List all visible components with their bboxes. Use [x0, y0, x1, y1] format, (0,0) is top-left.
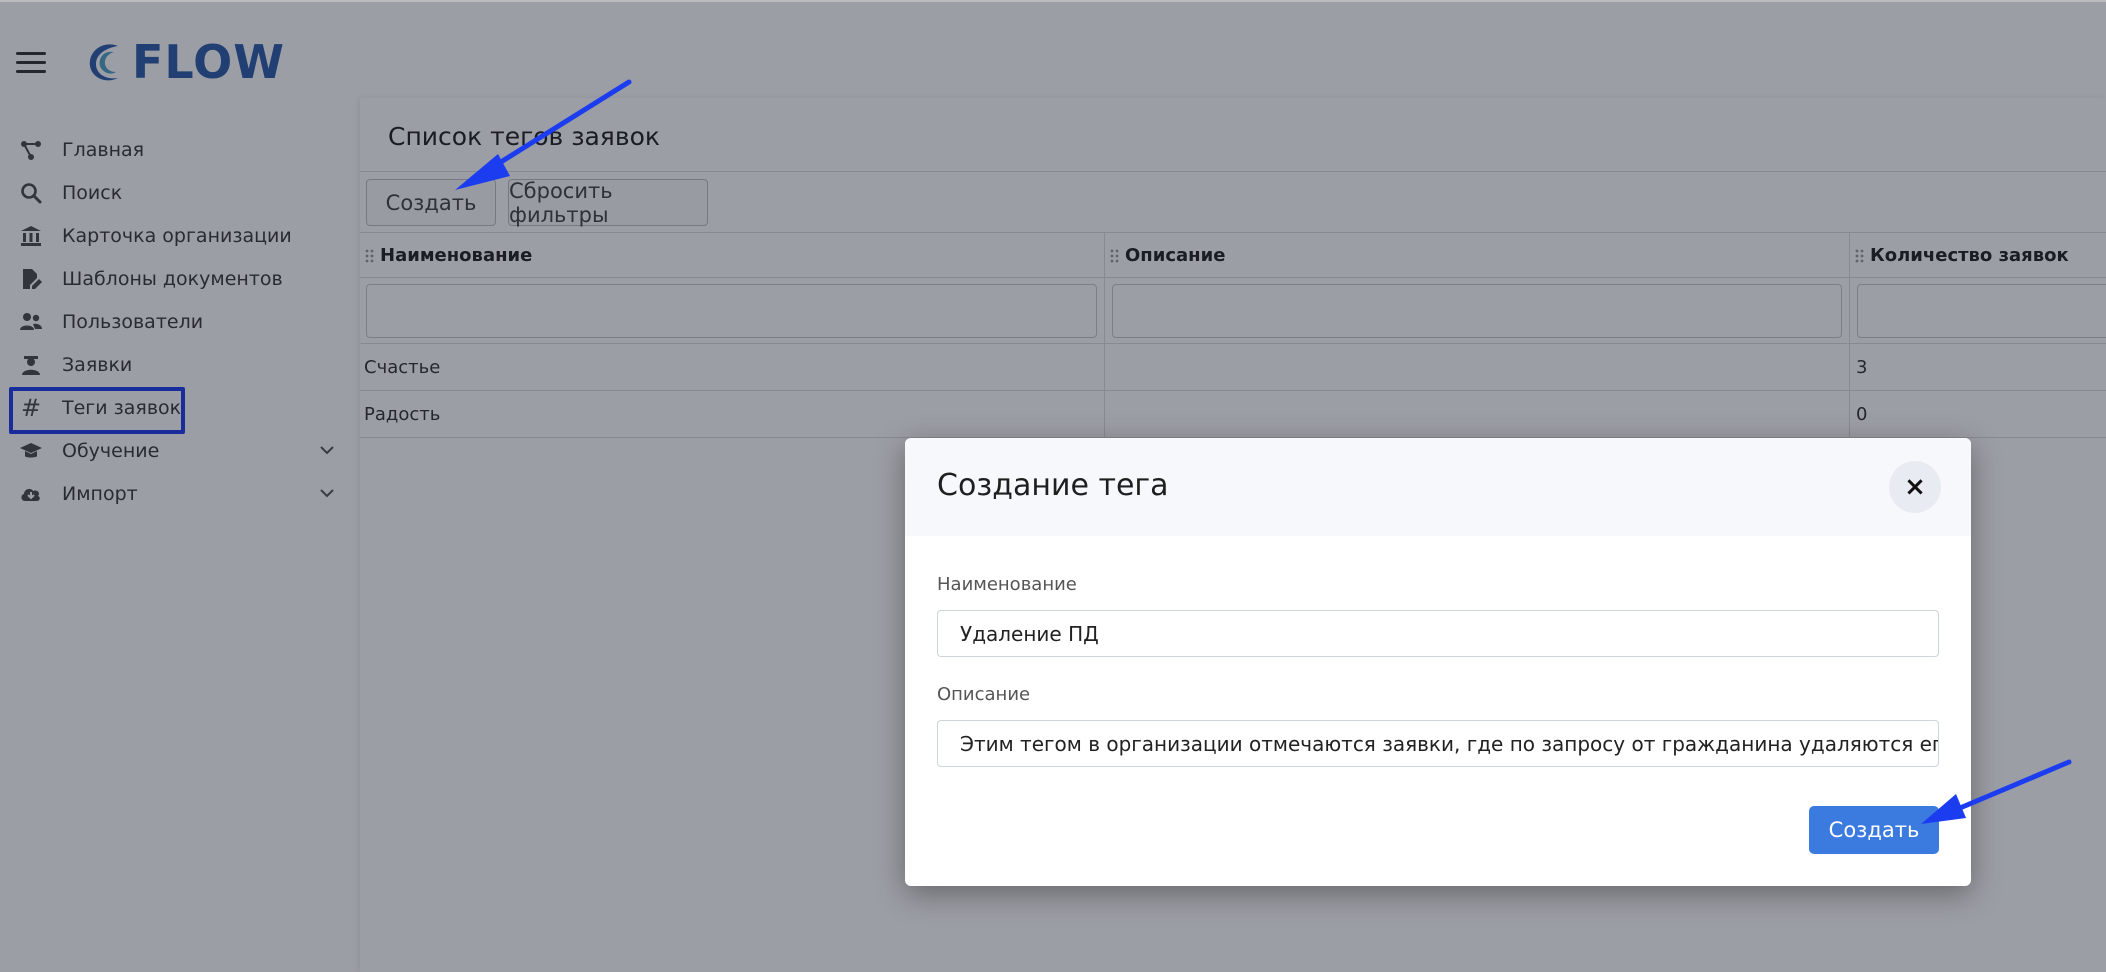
create-tag-dialog: Создание тега × Наименование Удаление ПД…	[905, 438, 1971, 886]
window-top-border	[0, 0, 2106, 2]
dialog-header: Создание тега ×	[905, 438, 1971, 536]
description-field[interactable]: Этим тегом в организации отмечаются заяв…	[937, 720, 1939, 767]
dialog-title: Создание тега	[937, 468, 1169, 503]
app-window: FLOW Главная Поиск Карточка организации	[0, 0, 2106, 972]
submit-create-button[interactable]: Создать	[1809, 806, 1939, 854]
close-icon[interactable]: ×	[1889, 461, 1941, 513]
description-field-label: Описание	[937, 684, 1031, 705]
name-field[interactable]: Удаление ПД	[937, 610, 1939, 657]
name-field-label: Наименование	[937, 574, 1077, 595]
